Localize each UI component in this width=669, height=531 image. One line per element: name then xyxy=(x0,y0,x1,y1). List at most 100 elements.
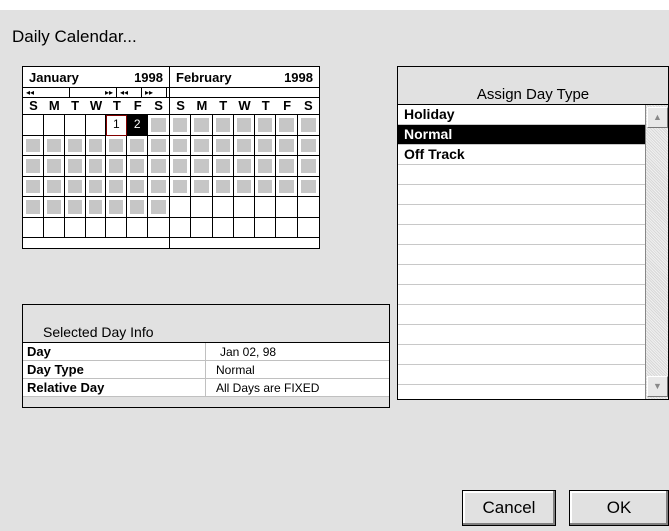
month-nav-row: ◂◂ ▸▸ ◂◂ ▸▸ xyxy=(23,87,169,98)
calendar-day-cell[interactable] xyxy=(64,176,86,197)
calendar-day-cell[interactable] xyxy=(233,217,256,238)
list-item[interactable]: Holiday xyxy=(398,105,645,125)
calendar-day-cell[interactable] xyxy=(191,156,213,177)
calendar-day-cell[interactable] xyxy=(255,197,277,218)
calendar-day-cell[interactable] xyxy=(297,115,319,136)
cancel-button[interactable]: Cancel xyxy=(462,490,556,526)
calendar-day-cell[interactable] xyxy=(23,156,44,177)
scroll-down-arrow-icon[interactable]: ▼ xyxy=(647,376,668,397)
prev-year-button[interactable]: ◂◂ xyxy=(23,88,70,97)
calendar-day-cell[interactable] xyxy=(276,135,298,156)
calendar-day-cell[interactable] xyxy=(191,217,213,238)
calendar-day-cell[interactable] xyxy=(191,135,213,156)
calendar-day-cell[interactable] xyxy=(297,197,319,218)
weekday-label: F xyxy=(283,98,292,113)
calendar-day-cell[interactable] xyxy=(297,156,319,177)
calendar-day-cell[interactable] xyxy=(148,136,169,156)
prev-month-button[interactable]: ◂◂ xyxy=(117,88,142,97)
calendar-day-cell[interactable] xyxy=(233,135,256,156)
calendar-day-cell[interactable] xyxy=(191,115,213,136)
calendar-day-cell[interactable] xyxy=(64,217,86,238)
calendar-day-cell[interactable] xyxy=(43,197,65,218)
vertical-scrollbar[interactable]: ▲ ▼ xyxy=(645,105,668,399)
calendar-day-cell[interactable] xyxy=(85,156,107,177)
calendar-day-cell[interactable] xyxy=(170,176,192,197)
calendar-day-cell[interactable] xyxy=(64,156,86,177)
day-type-list[interactable]: Holiday Normal Off Track xyxy=(398,105,645,399)
calendar-day-cell[interactable] xyxy=(170,217,192,238)
calendar-day-cell[interactable] xyxy=(106,156,128,177)
calendar-day-cell[interactable] xyxy=(212,135,234,156)
calendar-day-cell[interactable] xyxy=(255,176,277,197)
calendar-day-cell[interactable] xyxy=(64,135,86,156)
calendar-day-cell[interactable] xyxy=(170,135,192,156)
calendar-day-cell[interactable] xyxy=(276,176,298,197)
calendar-day-cell[interactable] xyxy=(148,115,169,136)
calendar-day-cell[interactable] xyxy=(255,135,277,156)
calendar-day-cell[interactable] xyxy=(85,135,107,156)
calendar-day-cell[interactable] xyxy=(212,156,234,177)
next-year-button[interactable]: ▸▸ xyxy=(70,88,117,97)
calendar-day-cell[interactable] xyxy=(64,115,86,136)
calendar-day-cell-selected[interactable]: 2 xyxy=(127,115,149,136)
calendar-day-cell[interactable] xyxy=(23,217,44,238)
calendar-day-cell[interactable] xyxy=(212,217,234,238)
calendar-day-cell[interactable] xyxy=(23,115,44,136)
ok-button[interactable]: OK xyxy=(569,490,669,526)
calendar-day-cell[interactable] xyxy=(43,217,65,238)
list-item[interactable]: Normal xyxy=(398,125,645,145)
calendar-day-cell[interactable] xyxy=(276,156,298,177)
calendar-day-cell[interactable] xyxy=(170,197,192,218)
scroll-up-arrow-icon[interactable]: ▲ xyxy=(647,107,668,128)
calendar-day-cell[interactable] xyxy=(148,156,169,177)
next-month-button[interactable]: ▸▸ xyxy=(142,88,167,97)
calendar-day-cell[interactable] xyxy=(233,176,256,197)
calendar-day-cell[interactable] xyxy=(23,176,44,197)
calendar-day-cell[interactable] xyxy=(191,176,213,197)
calendar-day-cell[interactable] xyxy=(148,218,169,238)
calendar-day-cell[interactable] xyxy=(43,176,65,197)
calendar-day-cell[interactable] xyxy=(23,135,44,156)
calendar-day-cell[interactable] xyxy=(212,115,234,136)
calendar-day-cell[interactable] xyxy=(170,115,192,136)
calendar-day-cell[interactable] xyxy=(297,177,319,197)
calendar-day-cell[interactable] xyxy=(43,156,65,177)
calendar-day-cell[interactable] xyxy=(127,156,149,177)
calendar-day-cell[interactable] xyxy=(297,136,319,156)
calendar-day-cell[interactable] xyxy=(127,135,149,156)
calendar-day-cell[interactable] xyxy=(85,197,107,218)
calendar-day-cell[interactable] xyxy=(255,217,277,238)
calendar-day-cell[interactable]: 1 xyxy=(106,115,128,136)
calendar-day-cell[interactable] xyxy=(148,197,169,218)
calendar-day-cell[interactable] xyxy=(170,156,192,177)
calendar-day-cell[interactable] xyxy=(276,217,298,238)
list-item[interactable]: Off Track xyxy=(398,145,645,165)
calendar-day-cell[interactable] xyxy=(191,197,213,218)
calendar-day-cell[interactable] xyxy=(212,197,234,218)
calendar-day-cell[interactable] xyxy=(212,176,234,197)
calendar-day-cell[interactable] xyxy=(276,115,298,136)
calendar-day-cell[interactable] xyxy=(23,197,44,218)
calendar-day-cell[interactable] xyxy=(106,135,128,156)
calendar-day-cell[interactable] xyxy=(233,156,256,177)
calendar-day-cell[interactable] xyxy=(43,135,65,156)
calendar-day-cell[interactable] xyxy=(148,177,169,197)
calendar-day-cell[interactable] xyxy=(106,176,128,197)
calendar-day-cell[interactable] xyxy=(85,115,107,136)
calendar-day-cell[interactable] xyxy=(276,197,298,218)
calendar-day-cell[interactable] xyxy=(106,197,128,218)
calendar-day-cell[interactable] xyxy=(85,176,107,197)
weekday-label: T xyxy=(71,98,80,113)
calendar-day-cell[interactable] xyxy=(85,217,107,238)
calendar-day-cell[interactable] xyxy=(127,197,149,218)
calendar-day-cell[interactable] xyxy=(297,218,319,238)
calendar-day-cell[interactable] xyxy=(64,197,86,218)
calendar-day-cell[interactable] xyxy=(106,217,128,238)
calendar-day-cell[interactable] xyxy=(233,115,256,136)
calendar-day-cell[interactable] xyxy=(127,176,149,197)
calendar-day-cell[interactable] xyxy=(233,197,256,218)
calendar-day-cell[interactable] xyxy=(255,115,277,136)
calendar-day-cell[interactable] xyxy=(43,115,65,136)
calendar-day-cell[interactable] xyxy=(127,217,149,238)
calendar-day-cell[interactable] xyxy=(255,156,277,177)
